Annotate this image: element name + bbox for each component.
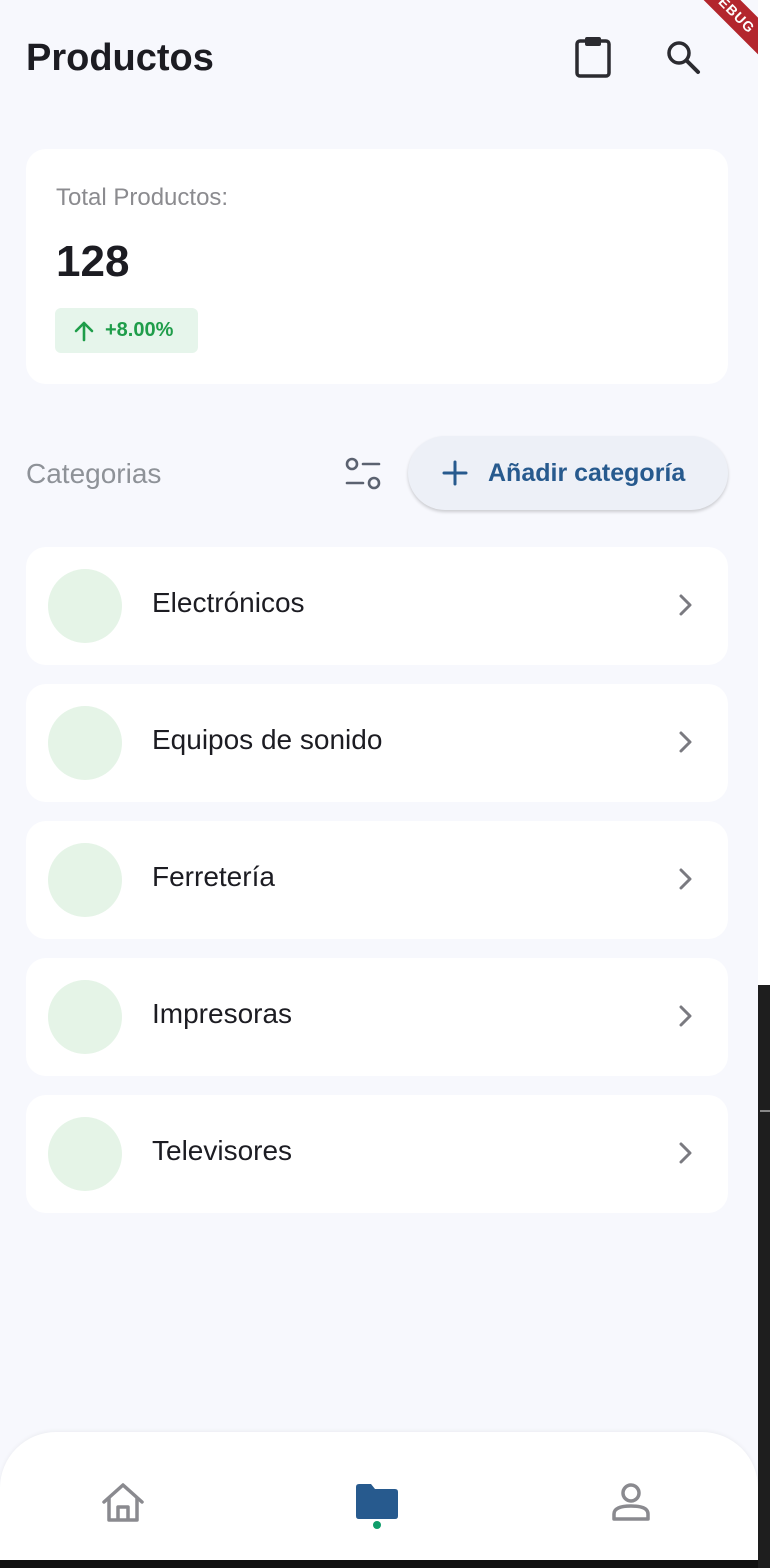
add-category-label: Añadir categoría <box>488 458 686 487</box>
category-avatar <box>48 843 122 917</box>
background-divider <box>760 1110 770 1112</box>
chevron-right-icon <box>679 868 692 890</box>
category-avatar <box>48 980 122 1054</box>
chevron-right-icon <box>679 731 692 753</box>
clipboard-icon <box>575 37 611 78</box>
nav-profile[interactable] <box>601 1472 661 1532</box>
chevron-right-icon <box>679 1142 692 1164</box>
filter-button[interactable] <box>340 454 386 494</box>
category-avatar <box>48 1117 122 1191</box>
category-label: Electrónicos <box>152 587 305 618</box>
filter-icon <box>345 457 381 490</box>
category-list: Electrónicos Equipos de sonido Ferreterí… <box>26 547 728 1232</box>
category-item-televisores[interactable]: Televisores <box>26 1095 728 1213</box>
category-item-electronicos[interactable]: Electrónicos <box>26 547 728 665</box>
folder-icon <box>356 1484 398 1519</box>
nav-home[interactable] <box>93 1472 153 1532</box>
category-avatar <box>48 569 122 643</box>
chevron-right-icon <box>679 594 692 616</box>
active-indicator-dot <box>373 1521 381 1529</box>
page-title: Productos <box>26 37 214 79</box>
category-label: Equipos de sonido <box>152 724 383 755</box>
trend-value: +8.00% <box>105 319 174 341</box>
bottom-navigation <box>0 1432 758 1560</box>
category-label: Impresoras <box>152 998 293 1029</box>
add-category-button[interactable]: Añadir categoría <box>408 436 728 510</box>
person-icon <box>612 1483 650 1521</box>
category-item-equipos-de-sonido[interactable]: Equipos de sonido <box>26 684 728 802</box>
category-item-ferreteria[interactable]: Ferretería <box>26 821 728 939</box>
total-products-value: 128 <box>56 237 130 286</box>
background-panel <box>758 985 770 1568</box>
total-products-label: Total Productos: <box>56 184 229 211</box>
search-button[interactable] <box>660 34 706 80</box>
arrow-up-icon <box>74 321 94 341</box>
app-screen: DEBUG Productos Total Productos: 128 +8.… <box>0 0 758 1560</box>
plus-icon <box>442 460 468 486</box>
clipboard-button[interactable] <box>570 34 616 80</box>
total-products-card: Total Productos: 128 +8.00% <box>26 149 728 384</box>
app-bar: Productos <box>26 30 726 90</box>
background-window-strip <box>758 0 770 1568</box>
search-icon <box>667 41 700 74</box>
chevron-right-icon <box>679 1005 692 1027</box>
trend-badge: +8.00% <box>55 308 198 353</box>
category-label: Ferretería <box>152 861 275 892</box>
category-label: Televisores <box>152 1135 293 1166</box>
categories-title: Categorias <box>26 458 162 489</box>
home-icon <box>102 1483 144 1522</box>
category-avatar <box>48 706 122 780</box>
category-item-impresoras[interactable]: Impresoras <box>26 958 728 1076</box>
categories-header: Categorias Añadir categoría <box>26 436 728 510</box>
